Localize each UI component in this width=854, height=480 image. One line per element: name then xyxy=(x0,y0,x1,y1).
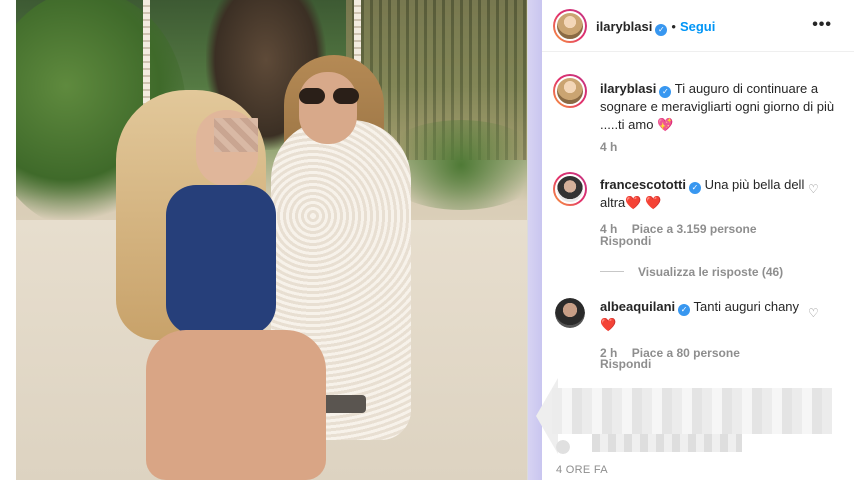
post-photo[interactable] xyxy=(16,0,527,480)
verified-badge-icon: ✓ xyxy=(678,304,691,316)
reply-button[interactable]: Rispondi xyxy=(600,234,651,248)
author-username[interactable]: ilaryblasi xyxy=(596,19,652,34)
comment-avatar[interactable] xyxy=(553,172,587,206)
more-options-icon[interactable]: ••• xyxy=(812,16,832,34)
view-replies-button[interactable]: Visualizza le risposte (46) xyxy=(638,265,783,279)
post-time-ago[interactable]: 4 ORE FA xyxy=(556,464,608,476)
girl-sweater xyxy=(166,185,276,335)
obscured-region xyxy=(552,388,832,434)
verified-badge-icon: ✓ xyxy=(655,24,668,36)
reply-button[interactable]: Rispondi xyxy=(600,357,651,371)
comment-body: albeaquilani ✓ Tanti auguri chany❤️ xyxy=(600,298,810,334)
author-avatar[interactable] xyxy=(553,9,587,43)
caption: ilaryblasi ✓ Ti auguro di continuare a so… xyxy=(600,80,840,134)
heart-outline-icon[interactable]: ♡ xyxy=(808,182,819,196)
sunglasses xyxy=(299,88,359,106)
liker-avatar[interactable] xyxy=(556,440,570,454)
separator-dot: • xyxy=(671,19,676,34)
caption-avatar[interactable] xyxy=(553,74,587,108)
caption-username[interactable]: ilaryblasi xyxy=(600,81,656,96)
comment-username[interactable]: albeaquilani xyxy=(600,299,675,314)
comment-avatar[interactable] xyxy=(555,298,585,328)
post-header: ilaryblasi ✓ • Segui ••• xyxy=(542,0,854,52)
comment-username[interactable]: francescototti xyxy=(600,177,686,192)
comments-panel: ilaryblasi ✓ • Segui ••• ilaryblasi ✓ Ti aug… xyxy=(536,0,854,480)
caption-timestamp[interactable]: 4 h xyxy=(600,140,617,154)
comment-body: francescototti ✓ Una più bella dell altra… xyxy=(600,176,810,212)
pixelated-face xyxy=(214,118,258,152)
follow-button[interactable]: Segui xyxy=(680,19,715,34)
view-replies-row[interactable]: Visualizza le risposte (46) xyxy=(600,263,783,281)
verified-badge-icon: ✓ xyxy=(659,86,672,98)
verified-badge-icon: ✓ xyxy=(688,182,701,194)
obscured-region xyxy=(592,434,742,452)
replies-line xyxy=(600,271,624,273)
girl-legs xyxy=(146,330,326,480)
woman-face xyxy=(299,72,357,144)
heart-outline-icon[interactable]: ♡ xyxy=(808,306,819,320)
